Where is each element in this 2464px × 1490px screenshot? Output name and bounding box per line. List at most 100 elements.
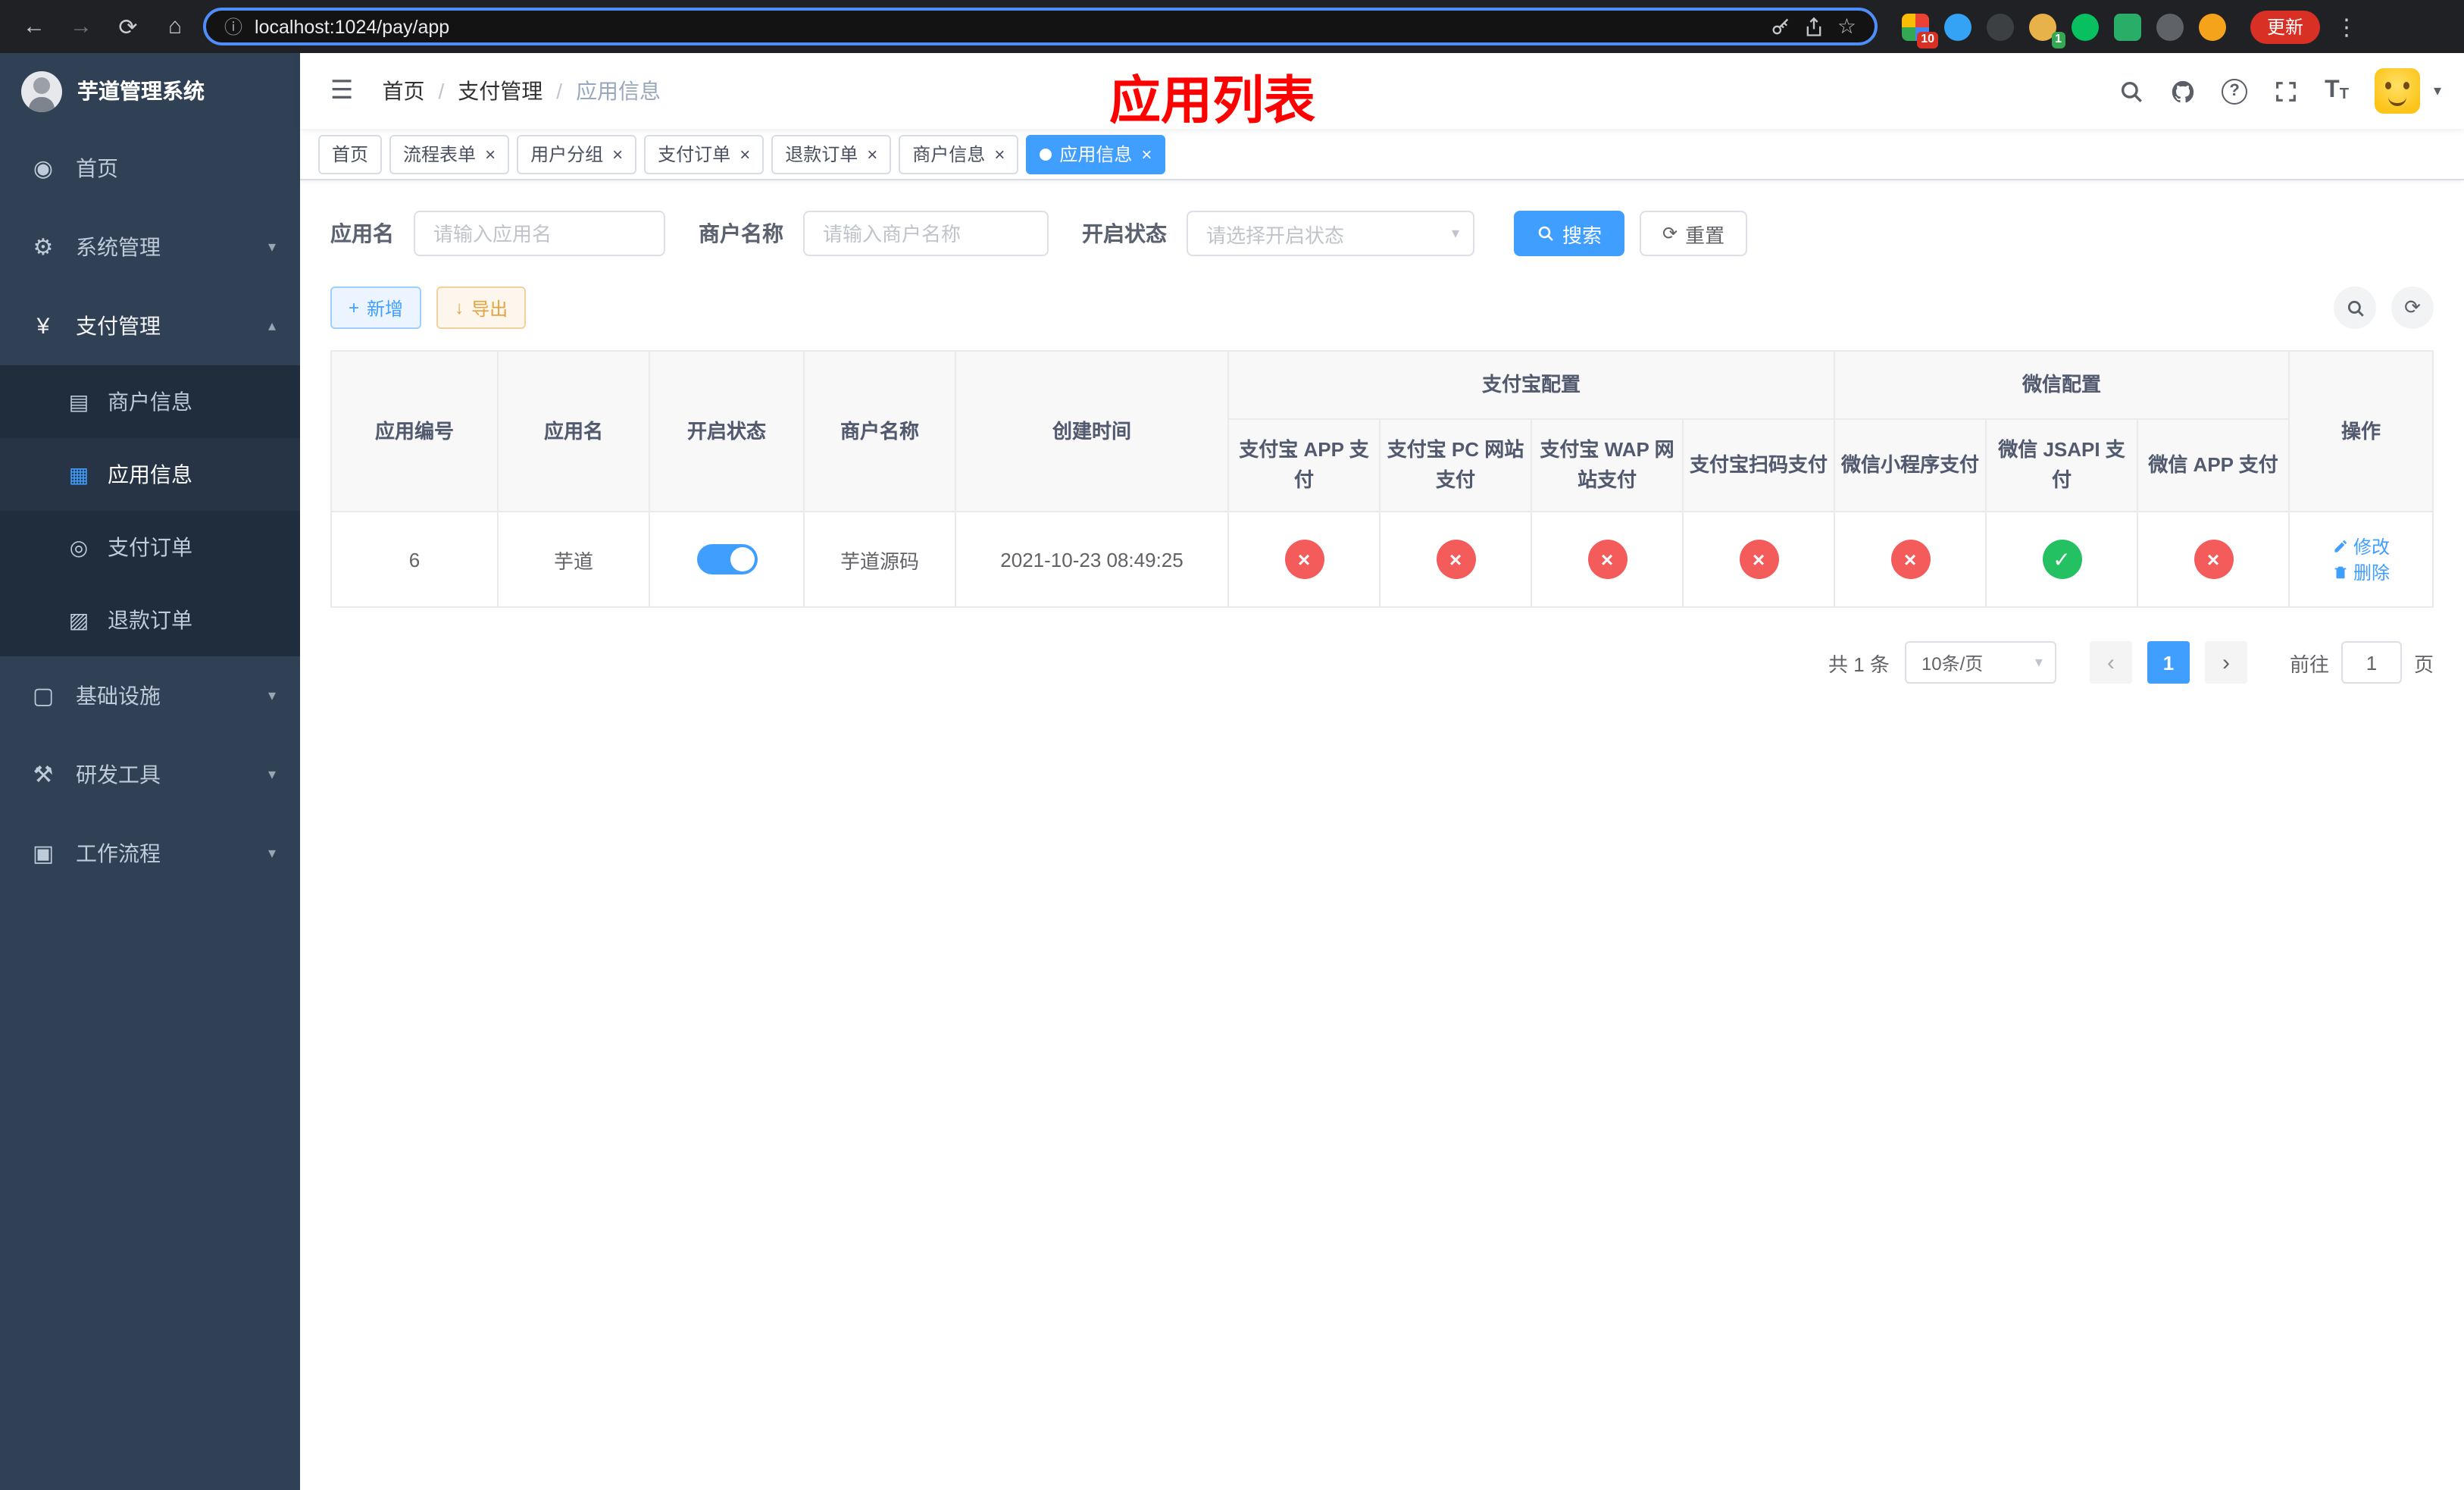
sidebar-item-infra[interactable]: ▢ 基础设施 ▾ [0, 656, 300, 735]
close-icon[interactable]: × [994, 145, 1005, 163]
filter-merchant-name: 商户名称 [699, 211, 1049, 256]
search-icon[interactable] [2118, 78, 2144, 104]
sidebar-item-refund-order[interactable]: ▨ 退款订单 [0, 584, 300, 656]
prev-page-button[interactable]: ‹ [2089, 641, 2132, 684]
chevron-down-icon: ▾ [1451, 225, 1459, 242]
cell-status [649, 511, 805, 609]
extension-badge: 10 [1917, 31, 1938, 48]
grid-icon: ▦ [68, 462, 89, 486]
sidebar-logo[interactable]: 芋道管理系统 [0, 53, 300, 129]
add-button[interactable]: + 新增 [330, 286, 422, 329]
col-merchant: 商户名称 [803, 349, 956, 513]
cell-alipay-app: × [1227, 511, 1381, 609]
next-page-button[interactable]: › [2204, 641, 2247, 684]
refresh-table-button[interactable]: ⟳ [2391, 286, 2434, 329]
tab-process-form[interactable]: 流程表单 × [389, 134, 510, 174]
help-icon[interactable]: ? [2222, 78, 2248, 104]
tab-pay-order[interactable]: 支付订单 × [644, 134, 765, 174]
home-icon[interactable]: ⌂ [156, 8, 194, 45]
browser-menu-icon[interactable]: ⋮ [2329, 13, 2364, 40]
tags-view-bar: 首页 流程表单 × 用户分组 × 支付订单 × 退款订单 × 商户信息 × 应用信息 × [300, 129, 2464, 180]
page-content: 应用名 商户名称 开启状态 请选择开启状态 ▾ [300, 180, 2464, 1490]
address-bar[interactable]: ⓘ localhost:1024/pay/app ☆ [203, 8, 1878, 45]
close-icon[interactable]: × [740, 145, 750, 163]
yen-icon: ¥ [36, 313, 50, 339]
sidebar-item-merchant-info[interactable]: ▤ 商户信息 [0, 365, 300, 438]
sidebar-item-pay-order[interactable]: ◎ 支付订单 [0, 511, 300, 584]
document-icon: ▨ [68, 607, 89, 631]
goto-page-input[interactable] [2340, 641, 2402, 684]
status-toggle[interactable] [696, 544, 757, 575]
extension-avatar-icon[interactable]: 1 [2029, 13, 2065, 48]
browser-window: ← → ⟳ ⌂ ⓘ localhost:1024/pay/app ☆ 10 1 [0, 0, 2464, 1490]
extension-chat-icon[interactable] [2114, 13, 2141, 40]
current-page-button[interactable]: 1 [2147, 641, 2190, 684]
group-wechat-config: 微信配置 [1834, 349, 2290, 421]
reset-button[interactable]: ⟳ 重置 [1640, 211, 1748, 256]
share-icon[interactable] [1804, 16, 1825, 37]
tab-user-group[interactable]: 用户分组 × [517, 134, 637, 174]
sidebar-item-app-info[interactable]: ▦ 应用信息 [0, 438, 300, 511]
tab-merchant-info[interactable]: 商户信息 × [899, 134, 1019, 174]
browser-chrome: ← → ⟳ ⌂ ⓘ localhost:1024/pay/app ☆ 10 1 [0, 0, 2464, 53]
tab-app-info[interactable]: 应用信息 × [1026, 134, 1166, 174]
extension-grid-icon[interactable]: 10 [1902, 13, 1938, 48]
pagination-total: 共 1 条 [1828, 653, 1890, 676]
col-alipay-app: 支付宝 APP 支付 [1227, 418, 1381, 513]
tab-refund-order[interactable]: 退款订单 × [771, 134, 892, 174]
breadcrumb-home[interactable]: 首页 [383, 76, 425, 106]
sidebar-item-devtools[interactable]: ⚒ 研发工具 ▾ [0, 735, 300, 814]
bookmark-star-icon[interactable]: ☆ [1837, 14, 1856, 39]
export-button[interactable]: ↓ 导出 [436, 286, 527, 329]
col-app-name: 应用名 [497, 349, 650, 513]
password-key-icon[interactable] [1771, 16, 1792, 37]
breadcrumb-pay[interactable]: 支付管理 [458, 76, 543, 106]
github-icon[interactable] [2170, 78, 2196, 104]
merchant-name-input[interactable] [803, 211, 1049, 256]
delete-link[interactable]: 删除 [2332, 560, 2390, 586]
page-size-value: 10条/页 [1921, 653, 1984, 675]
close-icon[interactable]: × [612, 145, 623, 163]
browser-update-button[interactable]: 更新 [2250, 10, 2321, 43]
page-size-select[interactable]: 10条/页 ▾ [1904, 641, 2056, 684]
chevron-down-icon: ▾ [267, 845, 276, 862]
close-icon[interactable]: × [485, 145, 496, 163]
collapse-sidebar-icon[interactable]: ☰ [323, 76, 361, 106]
sidebar-item-label: 首页 [76, 156, 118, 180]
extension-puzzle-icon[interactable] [2156, 13, 2184, 40]
sidebar-item-system[interactable]: ⚙ 系统管理 ▾ [0, 208, 300, 286]
sidebar-item-home[interactable]: ◉ 首页 [0, 129, 300, 208]
sidebar-item-workflow[interactable]: ▣ 工作流程 ▾ [0, 814, 300, 893]
breadcrumb-current: 应用信息 [576, 79, 661, 103]
cell-app-id: 6 [330, 511, 499, 609]
col-wx-mini: 微信小程序支付 [1834, 418, 1987, 513]
close-icon[interactable]: × [867, 145, 877, 163]
user-menu-caret-icon[interactable]: ▾ [2434, 83, 2441, 99]
status-select[interactable]: 请选择开启状态 ▾ [1187, 211, 1474, 256]
font-size-icon[interactable]: TT [2325, 78, 2349, 103]
top-navbar: ☰ 首页 / 支付管理 / 应用信息 ? T T ▾ [300, 53, 2464, 129]
search-button[interactable]: 搜索 [1514, 211, 1625, 256]
profile-avatar-icon[interactable] [2199, 13, 2226, 40]
close-icon[interactable]: × [1141, 145, 1152, 163]
gear-icon: ⚙ [33, 235, 54, 261]
back-icon[interactable]: ← [15, 8, 53, 45]
group-alipay-config: 支付宝配置 [1227, 349, 1836, 421]
tab-home[interactable]: 首页 [318, 134, 383, 174]
toggle-search-button[interactable] [2334, 286, 2376, 329]
site-info-icon[interactable]: ⓘ [224, 14, 242, 39]
reload-icon[interactable]: ⟳ [109, 8, 147, 45]
extension-wechat-icon[interactable] [2072, 13, 2099, 40]
edit-link[interactable]: 修改 [2332, 534, 2390, 560]
sidebar-item-label: 商户信息 [108, 390, 192, 414]
extension-dark-icon[interactable] [1987, 13, 2014, 40]
main-area: ☰ 首页 / 支付管理 / 应用信息 ? T T ▾ 首页 流程表单 × 用户分… [300, 53, 2464, 1490]
sidebar-item-label: 退款订单 [108, 608, 192, 632]
sidebar-item-pay[interactable]: ¥ 支付管理 ▴ [0, 286, 300, 365]
user-avatar[interactable] [2374, 68, 2420, 114]
app-name-input[interactable] [414, 211, 665, 256]
fullscreen-icon[interactable] [2273, 78, 2299, 104]
forward-icon[interactable]: → [62, 8, 100, 45]
cell-wx-jsapi: ✓ [1985, 511, 2139, 609]
extension-gem-icon[interactable] [1944, 13, 1972, 40]
